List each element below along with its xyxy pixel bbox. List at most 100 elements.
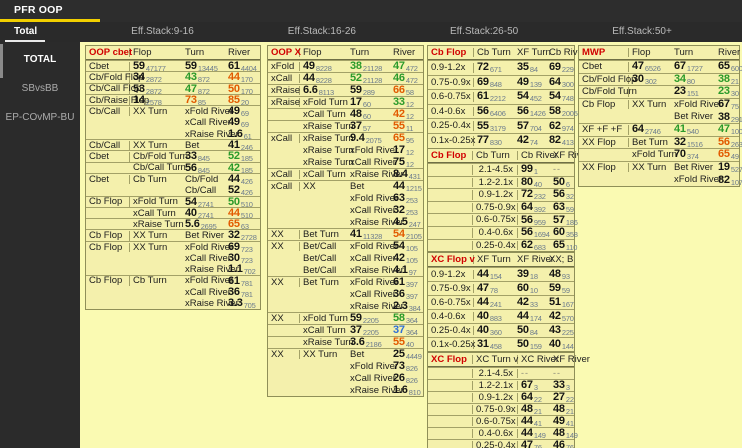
stat-value[interactable]: 612212 <box>474 91 514 103</box>
stat-value[interactable]: 42570 <box>546 311 574 323</box>
stat-value[interactable]: 3821 <box>715 73 739 85</box>
stat-value[interactable]: 4233 <box>514 297 546 309</box>
stat-value[interactable]: 3584 <box>514 62 546 74</box>
stat-value[interactable]: 62683 <box>518 239 550 251</box>
stat-value[interactable]: 30302 <box>629 73 671 85</box>
stat-value[interactable]: 642746 <box>629 124 671 136</box>
stat-value[interactable]: 72671 <box>474 62 514 74</box>
tab-eff-stack-9-16[interactable]: Eff.Stack:9-16 <box>117 22 204 42</box>
sidebar-item-ep-covmp-bu[interactable]: EP-COvMP-BU <box>0 103 80 132</box>
tab-eff-stack-50[interactable]: Eff.Stack:50+ <box>598 22 682 42</box>
stat-value[interactable]: 26826 <box>390 373 423 385</box>
tab-eff-stack-16-26[interactable]: Eff.Stack:16-26 <box>274 22 366 42</box>
stat-value[interactable]: 3.3705 <box>225 298 260 310</box>
stat-value[interactable]: 3821128 <box>347 61 390 73</box>
stat-value[interactable]: 38291 <box>715 111 742 123</box>
stat-value[interactable]: 64300 <box>546 76 574 88</box>
stat-value[interactable]: 41540 <box>671 124 715 136</box>
stat-value[interactable]: 4893 <box>546 269 574 281</box>
stat-value[interactable]: 592205 <box>347 313 390 325</box>
stat-value[interactable]: 6549 <box>715 149 739 161</box>
stat-value[interactable]: 4821 <box>550 404 574 416</box>
stat-value[interactable]: 561694 <box>518 227 550 239</box>
stat-value[interactable]: 3.62186 <box>347 337 390 349</box>
stat-value[interactable]: 3312 <box>390 97 423 109</box>
stat-value[interactable]: 561426 <box>514 106 546 118</box>
stat-value[interactable]: 1760 <box>347 97 390 109</box>
stat-value[interactable]: 553179 <box>474 120 514 132</box>
stat-value[interactable]: 77830 <box>474 135 514 147</box>
stat-value[interactable]: 5221128 <box>347 73 390 85</box>
stat-value[interactable]: 40883 <box>474 311 514 323</box>
stat-value[interactable]: 991 <box>518 164 550 176</box>
stat-value[interactable]: 44154 <box>474 269 514 281</box>
stat-value[interactable]: 2330 <box>715 86 739 98</box>
stat-value[interactable]: 498228 <box>300 61 347 73</box>
tab-total[interactable]: Total <box>0 22 47 42</box>
tab-eff-stack-26-50[interactable]: Eff.Stack:26-50 <box>436 22 528 42</box>
stat-value[interactable]: 50159 <box>514 339 546 351</box>
stat-value[interactable]: 36397 <box>390 289 423 301</box>
stat-value[interactable]: 56263 <box>715 136 742 148</box>
stat-value[interactable]: 57186 <box>550 214 578 226</box>
stat-value[interactable]: 59289 <box>347 85 390 97</box>
stat-value[interactable]: 43225 <box>546 325 574 337</box>
stat-value[interactable]: 6658 <box>390 85 423 97</box>
stat-value[interactable]: 48149 <box>550 428 578 440</box>
stat-value[interactable]: 2722 <box>550 392 574 404</box>
stat-value[interactable]: 6422 <box>518 392 550 404</box>
stat-value[interactable]: 54748 <box>546 91 574 103</box>
stat-value[interactable]: 254449 <box>390 349 423 361</box>
stat-value[interactable]: 333 <box>550 380 574 392</box>
stat-value[interactable]: 5511 <box>390 121 423 133</box>
sidebar-item-total[interactable]: TOTAL <box>0 45 80 74</box>
stat-value[interactable]: 42105 <box>390 253 423 265</box>
stat-value[interactable]: 69229 <box>546 62 574 74</box>
stat-value[interactable]: 142578 <box>130 94 182 106</box>
stat-value[interactable]: 5632 <box>550 189 574 201</box>
stat-value[interactable]: 60358 <box>550 227 578 239</box>
stat-value[interactable]: 372205 <box>347 325 390 337</box>
stat-value[interactable]: 7512 <box>390 157 423 169</box>
stat-value[interactable]: 448228 <box>300 73 347 85</box>
stat-value[interactable]: 321516 <box>671 136 715 148</box>
stat-value[interactable]: 65110 <box>550 239 577 251</box>
stat-value[interactable]: 4676 <box>550 440 574 448</box>
stat-value[interactable]: 7385 <box>182 94 225 106</box>
stat-value[interactable]: 69848 <box>474 76 514 88</box>
stat-value[interactable]: 2.3384 <box>390 301 423 313</box>
stat-value[interactable]: 44149 <box>518 428 550 440</box>
stat-value[interactable]: 61397 <box>390 277 423 289</box>
stat-value[interactable]: 47100 <box>715 124 742 136</box>
stat-value[interactable]: 4212 <box>390 109 423 121</box>
stat-value[interactable]: 65600 <box>715 61 742 73</box>
stat-value[interactable]: 70374 <box>671 149 715 161</box>
stat-value[interactable]: 8.4431 <box>390 169 423 181</box>
stat-value[interactable]: 4.5247 <box>390 217 423 229</box>
stat-value[interactable]: 62974 <box>546 120 574 132</box>
sidebar-item-sbvsbb[interactable]: SBvsBB <box>0 74 80 103</box>
stat-value[interactable]: 5540 <box>390 337 423 349</box>
stat-value[interactable]: 5959 <box>546 283 574 295</box>
stat-value[interactable]: 3757 <box>347 121 390 133</box>
stat-value[interactable]: 37364 <box>390 325 423 337</box>
stat-value[interactable]: 4441 <box>518 416 550 428</box>
stat-value[interactable]: 6775 <box>715 99 739 111</box>
stat-value[interactable]: 5084 <box>514 325 546 337</box>
stat-value[interactable]: 3918 <box>514 269 546 281</box>
stat-value[interactable]: 32253 <box>390 205 423 217</box>
stat-value[interactable]: 9.42075 <box>347 133 390 145</box>
stat-value[interactable]: 47472 <box>390 61 423 73</box>
stat-value[interactable]: 44241 <box>474 297 514 309</box>
stat-value[interactable]: 51167 <box>546 297 574 309</box>
stat-value[interactable]: 4776 <box>518 440 550 448</box>
stat-value[interactable]: 1.6810 <box>390 385 423 397</box>
stat-value[interactable]: 4860 <box>347 109 390 121</box>
stat-value[interactable]: 57704 <box>514 120 546 132</box>
stat-value[interactable]: 46472 <box>390 73 423 85</box>
stat-value[interactable]: 64392 <box>518 202 550 214</box>
stat-value[interactable]: 6.68113 <box>300 85 347 97</box>
stat-value[interactable]: 72232 <box>518 189 550 201</box>
stat-value[interactable]: 54105 <box>390 241 423 253</box>
sidebar-scrollbar[interactable] <box>0 44 3 78</box>
